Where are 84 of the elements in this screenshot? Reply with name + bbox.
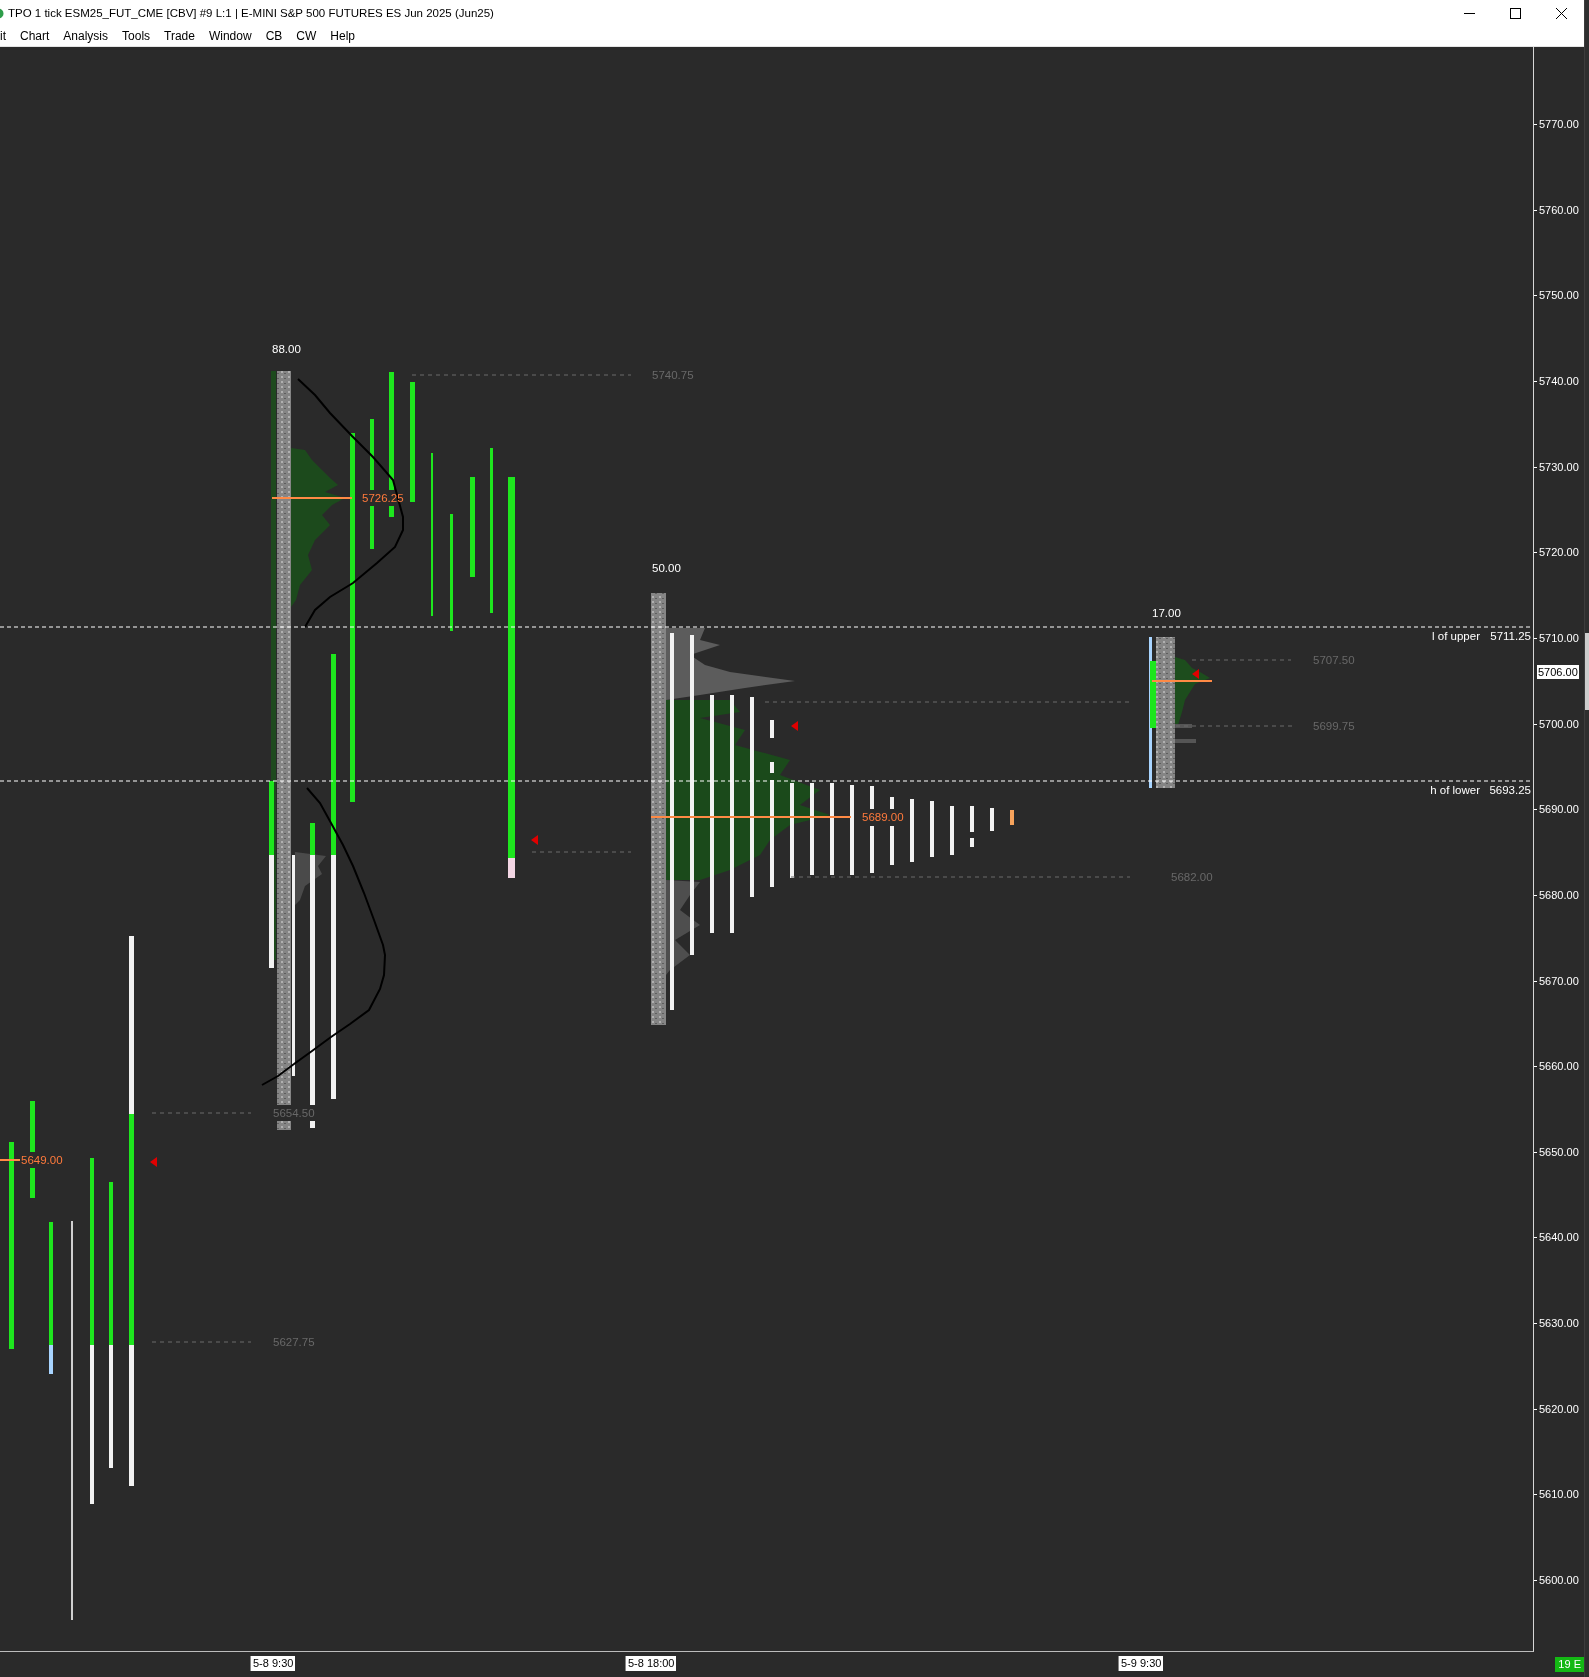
tpo-column — [990, 808, 994, 831]
tpo-column — [910, 799, 914, 862]
range-line-value: 5711.25 — [1490, 630, 1531, 642]
tpo-column — [1010, 810, 1014, 825]
time-axis-label: 5-8 9:30 — [250, 1656, 296, 1671]
price-axis-label: 5630.00 — [1539, 1316, 1579, 1331]
price-tick — [1534, 552, 1537, 554]
price-axis-label: 5760.00 — [1539, 202, 1579, 217]
menu-item[interactable]: CB — [265, 29, 283, 43]
price-axis-label: 5600.00 — [1539, 1573, 1579, 1588]
price-axis-label: 5720.00 — [1539, 545, 1579, 560]
price-tick — [1534, 723, 1537, 725]
level-label: 5699.75 — [1313, 720, 1355, 732]
price-axis-label: 5710.00 — [1539, 630, 1579, 645]
app-icon — [0, 7, 4, 19]
price-tick — [1534, 124, 1537, 125]
tpo-column — [970, 806, 974, 847]
range-label: 50.00 — [652, 562, 681, 574]
menu-item[interactable]: Trade — [164, 29, 195, 43]
menu-item[interactable]: CW — [296, 29, 317, 43]
price-axis-label: 5740.00 — [1539, 373, 1579, 388]
menu-item[interactable]: Chart — [20, 29, 50, 43]
range-line-value: 5693.25 — [1489, 784, 1531, 796]
time-axis-label: 5-8 18:00 — [625, 1656, 677, 1671]
level-label: 5707.50 — [1313, 654, 1355, 666]
poc-line — [1151, 680, 1213, 682]
price-axis-label: 5670.00 — [1539, 973, 1579, 988]
menu-item[interactable]: Help — [330, 29, 355, 43]
price-tick — [1534, 1494, 1537, 1496]
price-tick — [1534, 637, 1537, 639]
price-axis-label: 5700.00 — [1539, 716, 1579, 731]
triangle-marker-icon — [150, 1157, 157, 1167]
window-title: TPO 1 tick ESM25_FUT_CME [CBV] #9 L:1 | E-MINI S&P 500 FUTURES ES Jun 2025 (Jun25) — [8, 7, 494, 19]
triangle-marker-icon — [531, 835, 538, 845]
range-label: 88.00 — [272, 343, 301, 355]
close-icon — [1555, 7, 1567, 19]
menu-item[interactable]: it — [0, 29, 6, 43]
price-axis-label: 5680.00 — [1539, 887, 1579, 902]
price-tick — [1534, 1580, 1537, 1582]
price-tick — [1534, 295, 1537, 297]
level-label: 5654.50 — [273, 1107, 315, 1119]
price-axis-label: 5730.00 — [1539, 459, 1579, 474]
price-axis-label: 5610.00 — [1539, 1487, 1579, 1502]
price-tick — [1534, 980, 1537, 982]
status-badge: 19 E — [1555, 1657, 1584, 1672]
level-label: 5682.00 — [1171, 871, 1213, 883]
price-axis-label: 5770.00 — [1539, 117, 1579, 131]
poc-label: 5649.00 — [21, 1154, 63, 1166]
price-tick — [1534, 1151, 1537, 1153]
price-axis-label: 5640.00 — [1539, 1230, 1579, 1245]
poc-label: 5726.25 — [362, 492, 404, 504]
triangle-marker-icon — [1192, 669, 1199, 679]
price-tick — [1534, 1408, 1537, 1410]
range-line-label: l of upper — [1432, 630, 1480, 642]
menu-item[interactable]: Window — [208, 29, 252, 43]
price-axis-label: 5690.00 — [1539, 802, 1579, 817]
price-axis-label: 5660.00 — [1539, 1059, 1579, 1074]
level-label: 5740.75 — [652, 369, 694, 381]
range-label: 17.00 — [1152, 607, 1181, 619]
price-tick — [1534, 894, 1537, 896]
tpo-column — [950, 806, 954, 855]
current-price-label: 5706.00 — [1537, 665, 1579, 679]
tpo-column — [930, 801, 934, 857]
menu-item[interactable]: Analysis — [63, 29, 109, 43]
price-tick — [1534, 1066, 1537, 1068]
menu-item[interactable]: Tools — [122, 29, 151, 43]
time-axis-label: 5-9 9:30 — [1118, 1656, 1164, 1671]
triangle-marker-icon — [791, 721, 798, 731]
volume-histogram — [1175, 739, 1196, 743]
maximize-icon — [1509, 7, 1521, 19]
level-label: 5627.75 — [273, 1336, 315, 1348]
price-axis-label: 5750.00 — [1539, 288, 1579, 303]
range-line-label: h of lower — [1430, 784, 1480, 796]
price-tick — [1534, 1323, 1537, 1325]
price-tick — [1534, 380, 1537, 382]
price-axis-label: 5620.00 — [1539, 1401, 1579, 1416]
poc-label: 5689.00 — [862, 811, 904, 823]
price-tick — [1534, 1237, 1537, 1239]
price-axis-label: 5650.00 — [1539, 1144, 1579, 1159]
price-tick — [1534, 809, 1537, 811]
scrollbar-thumb[interactable] — [1585, 633, 1589, 710]
price-tick — [1534, 466, 1537, 468]
poc-line — [0, 1159, 21, 1161]
price-tick — [1534, 209, 1537, 211]
